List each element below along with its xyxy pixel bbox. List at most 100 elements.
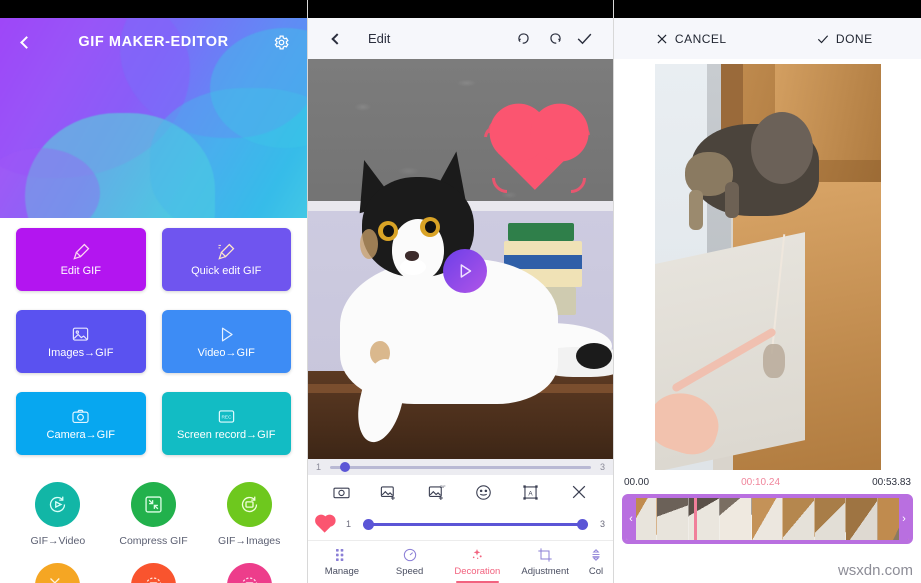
add-image-tool-button[interactable]: [379, 483, 398, 502]
timeline-current-time: 00:10.24: [741, 476, 781, 488]
video-frame: [654, 64, 881, 472]
duration-max-label: 3: [599, 519, 605, 529]
brush-icon: [73, 243, 90, 260]
all-gif-icon: [145, 577, 162, 583]
confirm-button[interactable]: [569, 24, 599, 54]
tile-camera-to-gif[interactable]: Camera→GIF: [16, 392, 146, 455]
frame-slider-track[interactable]: [330, 462, 591, 472]
svg-text:REC: REC: [221, 414, 232, 420]
sliders-icon: [592, 549, 600, 561]
add-image-icon: [381, 485, 396, 500]
tile-label: Edit GIF: [60, 265, 101, 277]
cat-muzzle: [400, 259, 426, 275]
watermark: wsxdn.com: [837, 562, 913, 579]
tile-edit-gif[interactable]: Edit GIF: [16, 228, 146, 291]
undo-button[interactable]: [509, 24, 539, 54]
video-preview-area[interactable]: [614, 59, 921, 477]
tile-row: Edit GIF Quick edit GIF: [16, 228, 291, 291]
gif-to-video-icon: [50, 496, 66, 513]
filmstrip-frame[interactable]: [751, 498, 784, 540]
tile-label: Video→GIF: [197, 346, 255, 359]
tile-quick-edit-gif[interactable]: Quick edit GIF: [161, 228, 291, 291]
cancel-label: CANCEL: [674, 31, 727, 46]
duration-slider-track[interactable]: [363, 518, 588, 530]
shortcut-more[interactable]: More: [10, 563, 106, 583]
tile-images-to-gif[interactable]: Images→GIF: [16, 310, 146, 373]
shortcut-all-gif[interactable]: All GIF: [106, 563, 202, 583]
frame-range-slider[interactable]: 1 3: [308, 459, 613, 475]
video-cat-rear: [750, 112, 813, 184]
filmstrip-frame[interactable]: [783, 498, 815, 540]
camera-tool-button[interactable]: [332, 483, 351, 502]
tile-label: Camera→GIF: [46, 428, 115, 441]
cancel-button[interactable]: CANCEL: [614, 32, 768, 46]
frame-max-label: 3: [599, 462, 605, 472]
brush-dashed-icon: [218, 243, 235, 260]
cat-nose: [405, 251, 419, 261]
duration-slider-knob-left[interactable]: [363, 518, 375, 530]
svg-text:GIF: GIF: [439, 484, 445, 488]
play-icon: [460, 264, 472, 278]
preview-box: [508, 223, 574, 241]
tile-video-to-gif[interactable]: Video→GIF: [161, 310, 291, 373]
close-tool-button[interactable]: [569, 482, 589, 502]
editor-bottom-nav: Manage Speed Decoration Adjustment Col: [308, 540, 613, 583]
timeline-start-time: 00.00: [624, 476, 650, 488]
nav-item-decoration[interactable]: Decoration: [444, 541, 512, 583]
frame-slider-knob[interactable]: [340, 462, 351, 472]
video-cat-leg: [724, 182, 739, 218]
duration-slider-knob-right[interactable]: [576, 518, 588, 530]
video-cat-leg: [688, 190, 703, 230]
circle-row: GIF→Video Compress GIF GIF→Images: [10, 482, 297, 547]
back-button[interactable]: [322, 24, 352, 54]
nav-label: Decoration: [454, 566, 501, 577]
done-button[interactable]: DONE: [768, 32, 921, 46]
close-icon: [572, 485, 586, 499]
mid-panel-gif-editor: Edit 1 3 GIF A 1 3 Manage Speed Decorati…: [307, 0, 614, 583]
gif-to-images-icon: [241, 496, 257, 513]
check-icon: [577, 33, 591, 45]
nav-item-speed[interactable]: Speed: [376, 541, 444, 583]
nav-item-manage[interactable]: Manage: [308, 541, 376, 583]
nav-label: Col: [588, 566, 604, 577]
grid-icon: [335, 549, 344, 561]
frame-min-label: 1: [316, 462, 322, 472]
add-gif-tool-button[interactable]: GIF: [427, 483, 446, 502]
filmstrip-frame[interactable]: [814, 498, 847, 540]
shortcut-compress-gif[interactable]: Compress GIF: [106, 482, 202, 547]
filmstrip-frame[interactable]: [846, 498, 878, 540]
timeline-end-time: 00:53.83: [872, 476, 911, 488]
camera-icon: [72, 409, 89, 423]
timeline-playhead[interactable]: [693, 498, 697, 540]
shortcut-gif-to-images[interactable]: GIF→Images: [201, 482, 297, 547]
tile-screen-record-to-gif[interactable]: REC Screen record→GIF: [161, 392, 291, 455]
timeline-filmstrip[interactable]: ‹ ›: [622, 494, 913, 544]
shortcut-my-gif[interactable]: My GIF: [201, 563, 297, 583]
circle-bg: [35, 563, 81, 583]
trim-header-bar: CANCEL DONE: [614, 18, 921, 59]
back-button[interactable]: [14, 30, 38, 54]
shortcut-gif-to-video[interactable]: GIF→Video: [10, 482, 106, 547]
crop-icon: [538, 548, 552, 562]
settings-button[interactable]: [269, 30, 293, 54]
filmstrip-frame[interactable]: [657, 498, 689, 540]
nav-item-color[interactable]: Col: [579, 541, 613, 583]
nav-item-adjustment[interactable]: Adjustment: [511, 541, 579, 583]
emoji-tool-button[interactable]: [474, 483, 493, 502]
text-box-tool-button[interactable]: A: [521, 483, 540, 502]
redo-button[interactable]: [539, 24, 569, 54]
nav-label: Adjustment: [521, 566, 569, 577]
tile-row: Camera→GIF REC Screen record→GIF: [16, 392, 291, 455]
cat-pupil: [383, 225, 394, 237]
heart-sticker[interactable]: [478, 105, 596, 201]
gif-preview-canvas[interactable]: [308, 59, 613, 459]
app-screenshot: GIF MAKER-EDITOR Edit GIF Quick edit GIF…: [0, 0, 921, 583]
trim-handle-right[interactable]: ›: [899, 498, 909, 540]
trim-handle-left[interactable]: ‹: [626, 498, 636, 540]
circle-bg: [226, 482, 272, 527]
sticker-duration-slider-row[interactable]: 1 3: [308, 509, 613, 539]
tile-row: Images→GIF Video→GIF: [16, 310, 291, 373]
circle-bg: [131, 563, 176, 583]
filmstrip-frame[interactable]: [720, 498, 752, 540]
play-button[interactable]: [443, 249, 487, 293]
